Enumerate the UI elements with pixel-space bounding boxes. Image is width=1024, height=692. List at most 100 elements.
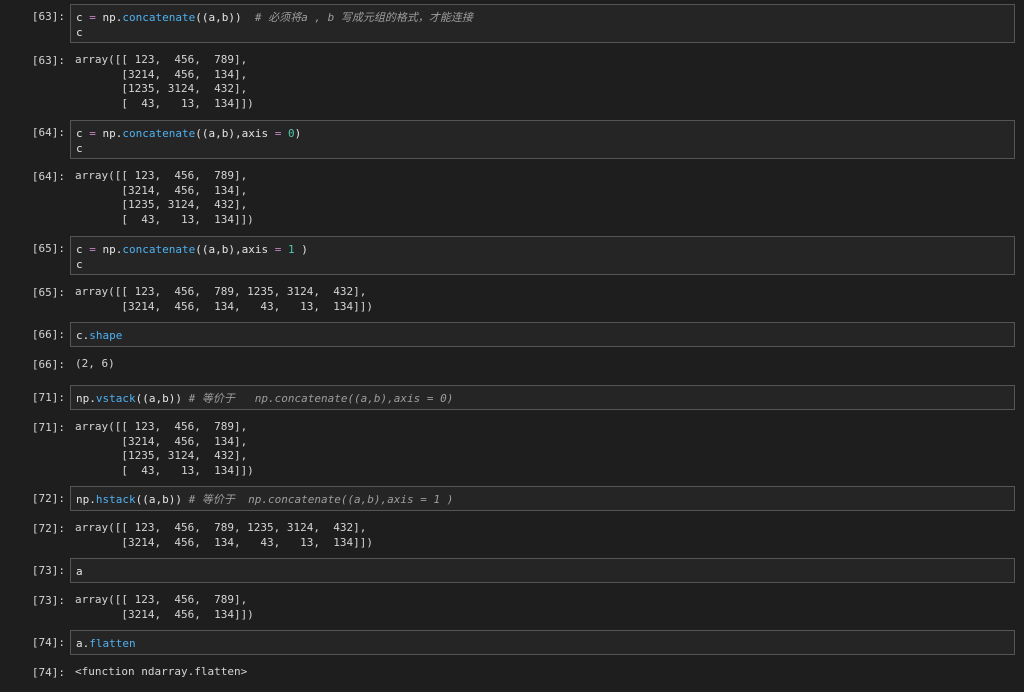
cell-output: array([[ 123, 456, 789], [3214, 456, 134… [75, 169, 254, 227]
cell-output: array([[ 123, 456, 789], [3214, 456, 134… [75, 53, 254, 111]
code-token: 1 [287, 243, 295, 256]
input-prompt: [64]: [31, 126, 65, 139]
code-token: ((a,b)) [135, 392, 189, 405]
code-token: c [76, 127, 90, 140]
code-token: np. [95, 243, 123, 256]
code-token: ((a,b)) [195, 11, 255, 24]
output-line: [3214, 456, 134, 43, 13, 134]]) [75, 299, 374, 313]
output-line: <function ndarray.flatten> [75, 665, 248, 678]
code-line: c = np.concatenate((a,b),axis = 1 ) [76, 242, 1010, 257]
output-line: [3214, 456, 134]]) [75, 607, 254, 621]
input-prompt: [74]: [31, 636, 65, 649]
output-line: array([[ 123, 456, 789, 1235, 3124, 432]… [75, 521, 367, 534]
code-line: np.hstack((a,b)) # 等价于 np.concatenate((a… [76, 492, 1010, 507]
code-cell-editor[interactable]: c = np.concatenate((a,b),axis = 1 ) c [70, 236, 1015, 275]
output-prompt: [73]: [31, 594, 65, 607]
output-line: (2, 6) [75, 357, 115, 370]
output-line: [1235, 3124, 432], [75, 198, 248, 212]
output-prompt: [65]: [31, 286, 65, 299]
code-cell-editor[interactable]: a [70, 558, 1015, 583]
output-line: array([[ 123, 456, 789], [75, 53, 248, 66]
output-prompt: [63]: [31, 54, 65, 67]
output-line: array([[ 123, 456, 789], [75, 593, 248, 606]
code-token: np. [95, 11, 123, 24]
output-line: [1235, 3124, 432], [75, 449, 248, 463]
output-line: array([[ 123, 456, 789], [75, 169, 248, 182]
code-token: vstack [95, 392, 136, 405]
code-token: ) [294, 127, 302, 140]
cell-output: array([[ 123, 456, 789, 1235, 3124, 432]… [75, 285, 373, 314]
code-token: a [76, 565, 83, 578]
output-line: [3214, 456, 134], [75, 434, 248, 448]
code-cell-editor[interactable]: a.flatten [70, 630, 1015, 655]
output-line: [3214, 456, 134, 43, 13, 134]]) [75, 535, 374, 549]
code-line: c [76, 257, 1010, 272]
output-line: [1235, 3124, 432], [75, 82, 248, 96]
code-token: np. [76, 392, 96, 405]
code-token: concatenate [122, 11, 196, 24]
code-token: ((a,b),axis [195, 127, 275, 140]
code-token: concatenate [122, 243, 196, 256]
output-line: [3214, 456, 134], [75, 183, 248, 197]
code-token: c [76, 142, 83, 155]
code-line: c [76, 25, 1010, 40]
output-prompt: [74]: [31, 666, 65, 679]
code-token: # 等价于 np.concatenate((a,b),axis = 1 ) [188, 493, 454, 506]
code-token: flatten [89, 637, 136, 650]
code-token: c [76, 26, 83, 39]
code-token: # 等价于 np.concatenate((a,b),axis = 0) [188, 392, 454, 405]
code-token: 0 [287, 127, 295, 140]
code-line: c [76, 141, 1010, 156]
output-prompt: [66]: [31, 358, 65, 371]
input-prompt: [73]: [31, 564, 65, 577]
output-prompt: [71]: [31, 421, 65, 434]
output-line: [ 43, 13, 134]]) [75, 212, 254, 226]
code-line: np.vstack((a,b)) # 等价于 np.concatenate((a… [76, 391, 1010, 406]
code-token: c. [76, 329, 90, 342]
code-token: = [89, 11, 96, 24]
code-token: c [76, 258, 83, 271]
cell-output: (2, 6) [75, 357, 115, 372]
notebook: [63]: c = np.concatenate((a,b)) # 必须将a , … [0, 0, 1024, 692]
code-cell-editor[interactable]: np.vstack((a,b)) # 等价于 np.concatenate((a… [70, 385, 1015, 410]
code-token: c [76, 11, 90, 24]
output-prompt: [72]: [31, 522, 65, 535]
output-prompt: [64]: [31, 170, 65, 183]
code-token: c [76, 243, 90, 256]
code-line: a.flatten [76, 636, 1010, 651]
code-line: a [76, 564, 1010, 579]
code-token: np. [95, 127, 123, 140]
code-cell-editor[interactable]: c.shape [70, 322, 1015, 347]
code-line: c.shape [76, 328, 1010, 343]
input-prompt: [71]: [31, 391, 65, 404]
input-prompt: [66]: [31, 328, 65, 341]
code-token: hstack [95, 493, 136, 506]
code-token: ((a,b)) [135, 493, 189, 506]
cell-output: array([[ 123, 456, 789, 1235, 3124, 432]… [75, 521, 373, 550]
code-line: c = np.concatenate((a,b)) # 必须将a , b 写成元… [76, 10, 1010, 25]
output-line: [ 43, 13, 134]]) [75, 463, 254, 477]
code-token: np. [76, 493, 96, 506]
code-token: a. [76, 637, 90, 650]
code-token: concatenate [122, 127, 196, 140]
code-cell-editor[interactable]: np.hstack((a,b)) # 等价于 np.concatenate((a… [70, 486, 1015, 511]
cell-output: array([[ 123, 456, 789], [3214, 456, 134… [75, 593, 254, 622]
code-token: shape [89, 329, 123, 342]
input-prompt: [63]: [31, 10, 65, 23]
code-token: ((a,b),axis [195, 243, 275, 256]
output-line: [ 43, 13, 134]]) [75, 96, 254, 110]
input-prompt: [65]: [31, 242, 65, 255]
output-line: array([[ 123, 456, 789, 1235, 3124, 432]… [75, 285, 367, 298]
code-token: = [89, 243, 96, 256]
code-cell-editor[interactable]: c = np.concatenate((a,b),axis = 0) c [70, 120, 1015, 159]
code-line: c = np.concatenate((a,b),axis = 0) [76, 126, 1010, 141]
output-line: array([[ 123, 456, 789], [75, 420, 248, 433]
input-prompt: [72]: [31, 492, 65, 505]
output-line: [3214, 456, 134], [75, 67, 248, 81]
cell-output: <function ndarray.flatten> [75, 665, 247, 680]
code-token: # 必须将a , b 写成元组的格式，才能连接 [254, 11, 473, 24]
code-token: ) [294, 243, 308, 256]
code-cell-editor[interactable]: c = np.concatenate((a,b)) # 必须将a , b 写成元… [70, 4, 1015, 43]
